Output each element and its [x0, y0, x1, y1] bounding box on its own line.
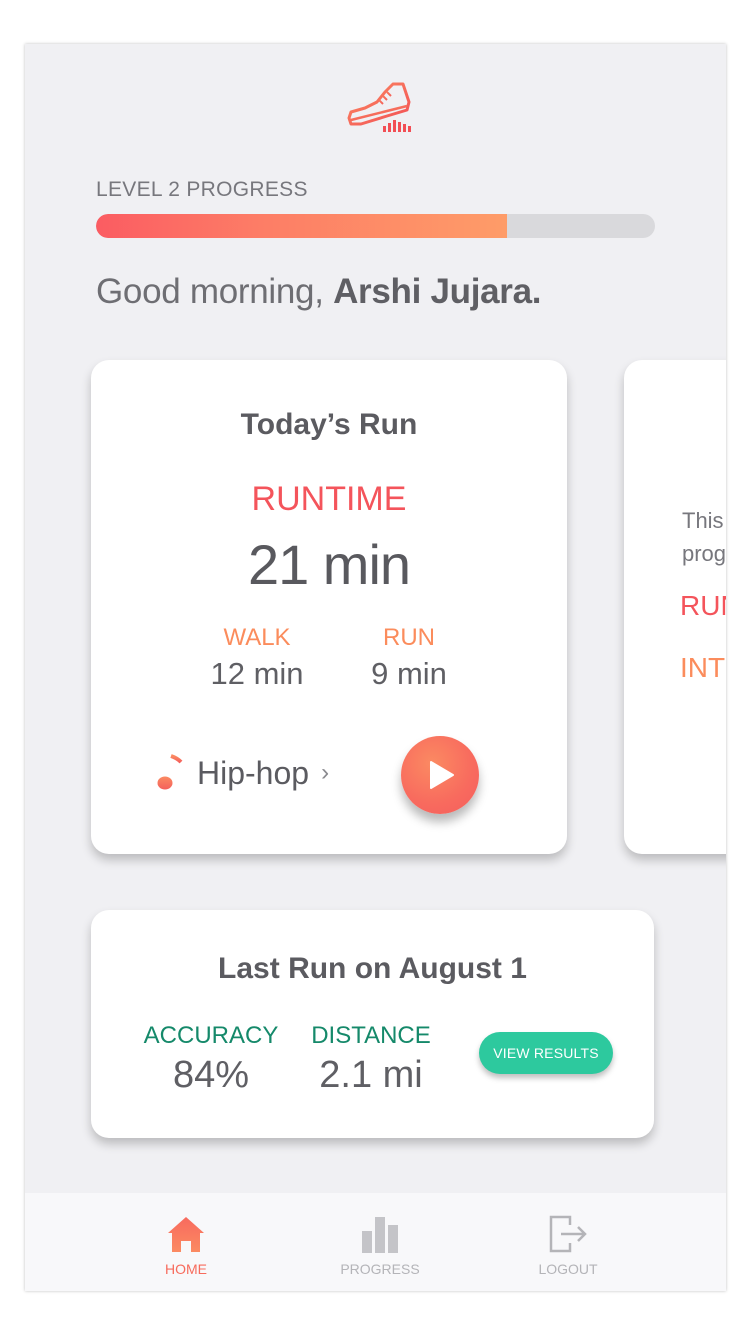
runtime-value: 21 min	[247, 533, 411, 596]
todays-run-title: Today’s Run	[240, 408, 418, 441]
last-run-card: Last Run on August 1 ACCURACY 84% DISTAN…	[91, 910, 654, 1138]
music-genre-selector[interactable]: Hip-hop ›	[157, 754, 329, 792]
walk-value: 12 min	[210, 656, 304, 691]
greeting-prefix: Good morning,	[96, 272, 324, 311]
play-button[interactable]	[401, 736, 479, 814]
next-card-text: This prog	[682, 504, 726, 570]
distance-value: 2.1 mi	[319, 1054, 423, 1096]
next-card-label1: RUN	[680, 590, 726, 621]
todays-run-card[interactable]: Today’s Run RUNTIME 21 min WALK 12 min R…	[91, 360, 567, 854]
tab-home-label: HOME	[165, 1261, 207, 1277]
greeting: Good morning, Arshi Jujara.	[96, 272, 542, 312]
tab-home[interactable]: HOME	[126, 1211, 246, 1277]
last-run-title: Last Run on August 1	[218, 952, 527, 985]
music-genre-label: Hip-hop	[197, 754, 310, 791]
accuracy-label: ACCURACY	[143, 1022, 279, 1049]
run-label: RUN	[383, 624, 435, 651]
walk-stat: WALK 12 min	[177, 624, 337, 692]
accuracy-stat: ACCURACY 84%	[131, 1022, 291, 1097]
home-icon	[168, 1217, 204, 1252]
run-stat: RUN 9 min	[329, 624, 489, 692]
level-progress-fill	[96, 214, 507, 238]
run-value: 9 min	[371, 656, 447, 691]
chevron-right-icon: ›	[321, 759, 330, 786]
walk-label: WALK	[223, 624, 291, 651]
tab-progress-label: PROGRESS	[340, 1261, 420, 1277]
accuracy-value: 84%	[172, 1054, 250, 1096]
tab-progress[interactable]: PROGRESS	[320, 1211, 440, 1277]
next-run-card[interactable]: This prog RUN INT	[624, 360, 726, 854]
distance-stat: DISTANCE 2.1 mi	[291, 1022, 451, 1097]
user-name: Arshi Jujara.	[333, 272, 542, 311]
tab-logout-label: LOGOUT	[538, 1261, 598, 1277]
tab-logout[interactable]: LOGOUT	[508, 1211, 628, 1277]
music-note-icon	[157, 754, 183, 790]
running-shoe-icon	[347, 82, 411, 132]
bottom-tab-bar: HOME PROGRESS LOGOUT	[25, 1193, 726, 1291]
next-card-line2: prog	[682, 541, 726, 566]
next-card-line1: This	[682, 508, 724, 533]
play-icon	[430, 761, 454, 789]
runtime-label: RUNTIME	[251, 480, 407, 518]
bar-chart-icon	[362, 1217, 398, 1253]
app-screen: LEVEL 2 PROGRESS Good morning, Arshi Juj…	[25, 44, 726, 1291]
next-card-label2: INT	[680, 652, 726, 683]
level-progress-bar	[96, 214, 655, 238]
distance-label: DISTANCE	[311, 1022, 431, 1049]
level-progress-label: LEVEL 2 PROGRESS	[96, 178, 308, 201]
logout-icon	[549, 1215, 587, 1253]
view-results-button[interactable]: VIEW RESULTS	[479, 1032, 613, 1074]
